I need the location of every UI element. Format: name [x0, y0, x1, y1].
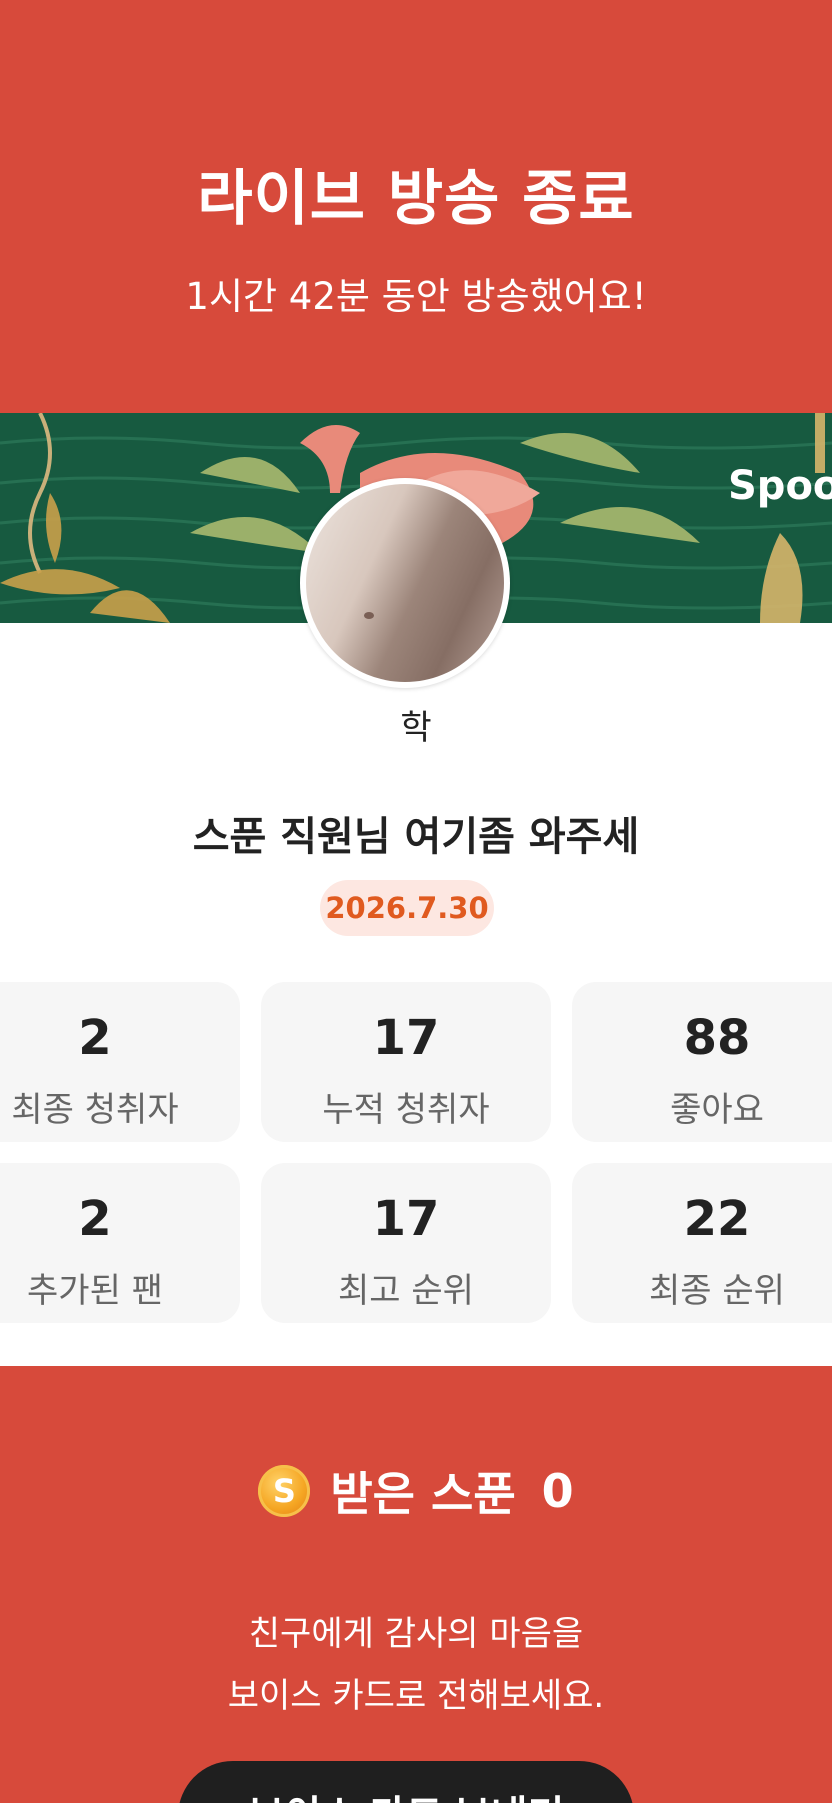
send-voice-card-button[interactable]: 보이스 카드 보내기 [178, 1761, 634, 1803]
stat-value: 2 [78, 1191, 112, 1247]
received-spoons-row: S 받은 스푼 0 [0, 1456, 832, 1526]
stat-card-new-fans: 2 추가된 팬 [0, 1163, 240, 1323]
stat-label: 누적 청취자 [322, 1090, 490, 1130]
stat-label: 추가된 팬 [27, 1271, 163, 1311]
message-line-2: 보이스 카드로 전해보세요. [227, 1676, 605, 1716]
top-header: 라이브 방송 종료 1시간 42분 동안 방송했어요! [0, 0, 832, 413]
stat-card-final-listeners: 2 최종 청취자 [0, 982, 240, 1142]
stat-card-final-rank: 22 최종 순위 [572, 1163, 832, 1323]
stat-value: 2 [78, 1010, 112, 1066]
stat-label: 최고 순위 [338, 1271, 474, 1311]
received-spoons-label: 받은 스푼 [330, 1467, 516, 1521]
live-title: 스푼 직원님 여기좀 와주세 [192, 814, 640, 860]
banner-brand-text: Spoon [728, 463, 832, 509]
broadcast-duration-text: 1시간 42분 동안 방송했어요! [185, 275, 647, 318]
page-title: 라이브 방송 종료 [197, 164, 635, 234]
stat-value: 17 [372, 1010, 440, 1066]
spoon-coin-icon: S [258, 1465, 311, 1517]
stat-value: 88 [683, 1010, 751, 1066]
received-spoons-count: 0 [541, 1464, 574, 1518]
date-badge: 2026.7.30 [320, 880, 494, 936]
avatar[interactable] [300, 478, 510, 688]
stat-label: 최종 청취자 [11, 1090, 179, 1130]
live-end-screen: 라이브 방송 종료 1시간 42분 동안 방송했어요! Spoo 학 스푼 직원… [0, 0, 832, 1803]
stat-card-best-rank: 17 최고 순위 [261, 1163, 551, 1323]
received-spoons-section: S 받은 스푼 0 친구에게 감사의 마음을 보이스 카드로 전해보세요. 보이… [0, 1366, 832, 1803]
stat-label: 좋아요 [670, 1090, 764, 1130]
stat-value: 17 [372, 1191, 440, 1247]
avatar-image [306, 484, 504, 682]
stat-card-total-listeners: 17 누적 청취자 [261, 982, 551, 1142]
stat-card-likes: 88 좋아요 [572, 982, 832, 1142]
stat-label: 최종 순위 [649, 1271, 785, 1311]
avatar-detail [364, 612, 374, 619]
stat-value: 22 [683, 1191, 751, 1247]
message-line-1: 친구에게 감사의 마음을 [248, 1614, 584, 1654]
nickname: 학 [400, 708, 432, 748]
